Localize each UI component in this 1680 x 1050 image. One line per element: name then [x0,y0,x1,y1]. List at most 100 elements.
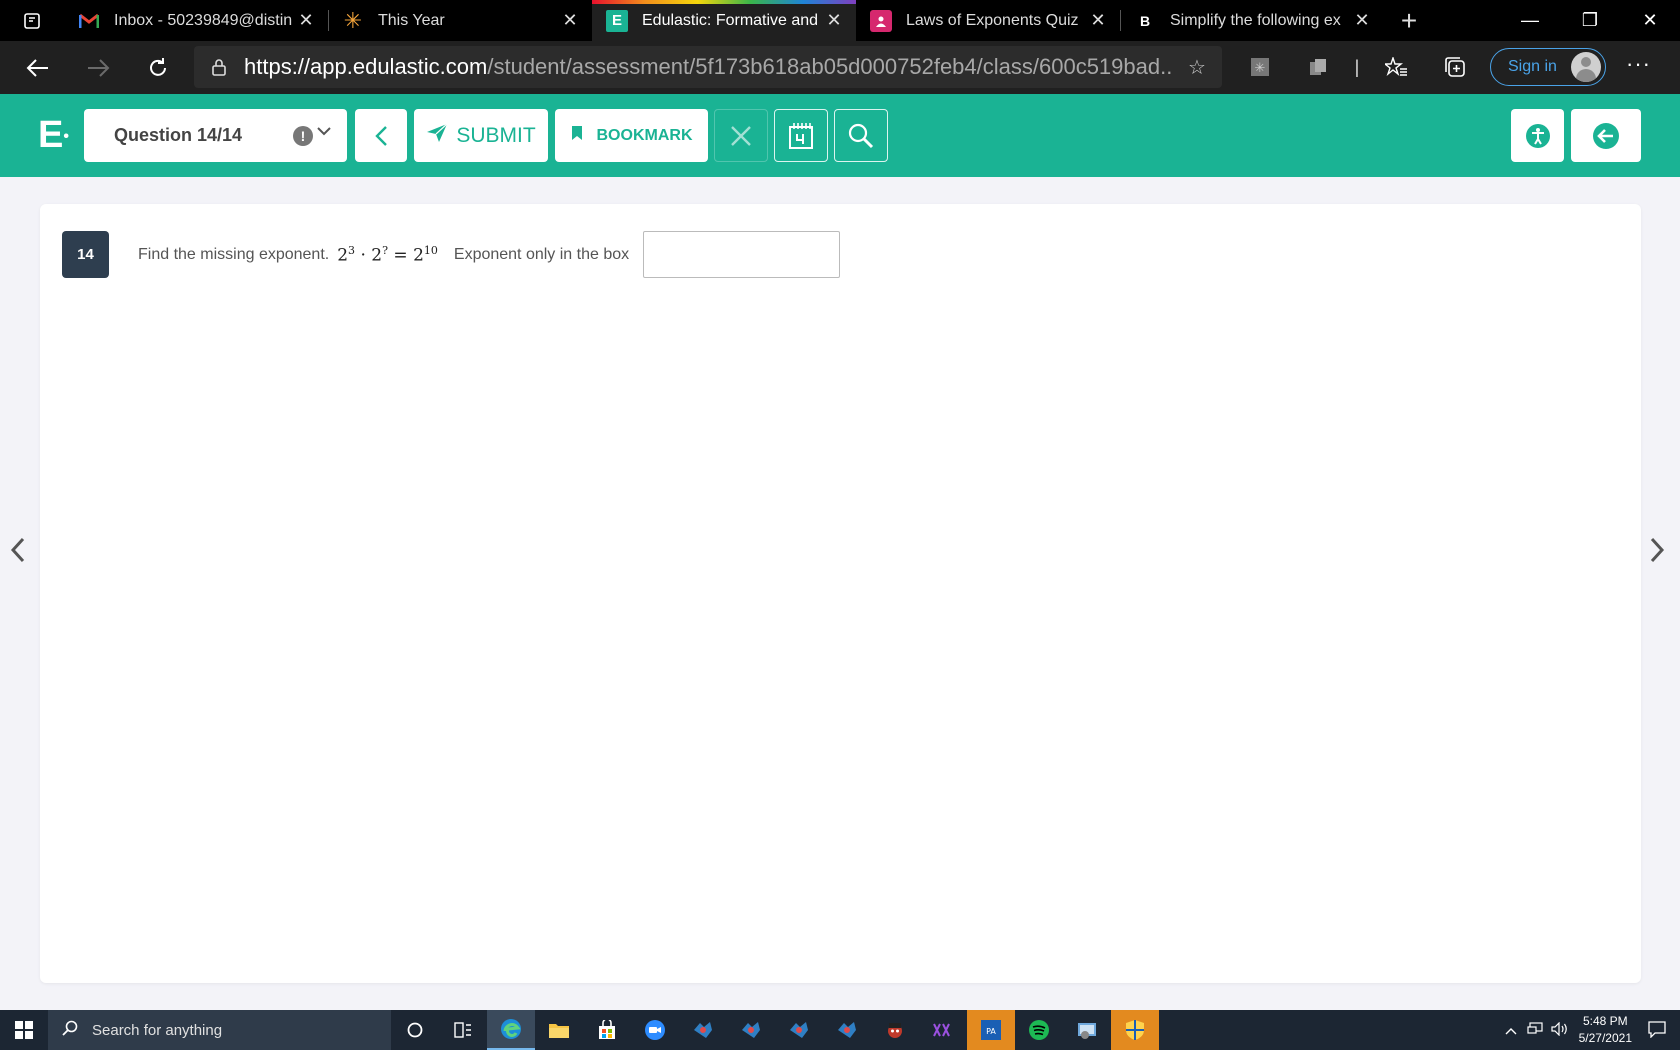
question-card: 14 Find the missing exponent. 23 · 2? = … [40,204,1641,983]
new-tab-button[interactable]: + [1384,0,1434,41]
taskbar-search-field[interactable]: Search for anything [48,1010,391,1050]
accessibility-button[interactable] [1511,109,1564,162]
question-text: Find the missing exponent. 23 · 2? = 210… [138,244,629,266]
notification-icon[interactable] [1648,1020,1666,1041]
shield-icon[interactable] [1111,1010,1159,1050]
sign-in-label: Sign in [1508,58,1557,75]
math-base: 2 [371,245,383,266]
search-icon [62,1020,78,1041]
classroom-icon [870,9,892,32]
close-icon[interactable]: ✕ [1352,10,1372,31]
assessment-header: E• Question 14/14 ! SUBMIT BOOKMARK [0,94,1680,177]
character-app-icon[interactable] [871,1010,919,1050]
lock-icon[interactable] [194,58,244,76]
store-icon[interactable] [583,1010,631,1050]
window-close-icon[interactable]: ✕ [1620,0,1680,41]
network-icon[interactable] [1527,1021,1543,1039]
magnify-icon [848,123,874,148]
clock-date: 5/27/2021 [1578,1031,1632,1045]
chevron-down-icon [317,123,331,141]
browser-tab-strip: Inbox - 50239849@distin ✕ ✳ This Year ✕ … [0,0,1680,41]
submit-label: SUBMIT [456,123,536,147]
bookmark-button[interactable]: BOOKMARK [555,109,708,162]
tab-title: Simplify the following ex [1170,11,1341,29]
math-operator: · [360,245,366,266]
game-app-icon[interactable] [775,1010,823,1050]
next-page-arrow-icon[interactable] [1649,537,1665,570]
chevron-left-icon [375,125,387,146]
calculator-button[interactable] [774,109,828,162]
bookmark-label: BOOKMARK [596,126,693,144]
sign-in-button[interactable]: Sign in [1490,48,1606,86]
spotify-icon[interactable] [1015,1010,1063,1050]
math-exponent: 10 [423,244,438,257]
browser-tab-edulastic[interactable]: E Edulastic: Formative and ✕ [592,0,856,41]
game-app-icon[interactable] [823,1010,871,1050]
favorites-icon[interactable] [1384,55,1408,79]
tab-actions-icon[interactable] [0,0,64,41]
more-options-icon[interactable]: ··· [1626,51,1651,77]
minimize-icon[interactable]: — [1500,0,1560,41]
windows-start-icon[interactable] [0,1021,48,1039]
url-path: /student/assessment/5f173b618ab05d000752… [487,54,1172,79]
tab-title: Edulastic: Formative and [642,11,819,29]
sunburst-icon: ✳ [343,7,363,33]
browser-tab-brainly[interactable]: B Simplify the following ex ✕ [1120,0,1384,41]
twitch-tool-icon[interactable] [919,1010,967,1050]
add-favorite-icon[interactable]: ☆ [1172,55,1222,80]
back-arrow-icon[interactable] [8,41,68,94]
zoom-icon[interactable] [631,1010,679,1050]
eliminate-answers-button[interactable] [714,109,768,162]
logo-letter: E [38,114,64,156]
file-explorer-icon[interactable] [535,1010,583,1050]
previous-page-arrow-icon[interactable] [10,537,26,570]
clock-time: 5:48 PM [1582,1014,1628,1028]
edge-browser-icon[interactable] [487,1010,535,1050]
math-exponent: ? [382,244,388,257]
task-view-icon[interactable] [439,1010,487,1050]
answer-input[interactable] [643,231,840,278]
close-icon[interactable]: ✕ [824,10,844,31]
collections-icon[interactable] [1443,55,1467,79]
control-panel-icon[interactable] [1063,1010,1111,1050]
window-controls: — ❐ ✕ [1500,0,1680,41]
math-equals: = [393,245,408,266]
avatar [1571,52,1601,82]
extension-icon[interactable]: ✳ [1248,55,1272,79]
svg-text:PA: PA [986,1027,996,1036]
forward-arrow-icon[interactable] [68,41,128,94]
url-text: https://app.edulastic.com/student/assess… [244,54,1172,80]
browser-tab-gmail[interactable]: Inbox - 50239849@distin ✕ [64,0,328,41]
cortana-icon[interactable] [391,1010,439,1050]
exit-button[interactable] [1571,109,1641,162]
app-tile-icon[interactable]: PA [967,1010,1015,1050]
volume-icon[interactable] [1551,1021,1569,1039]
magnifier-button[interactable] [834,109,888,162]
extension-icon[interactable] [1306,55,1330,79]
question-prompt: Find the missing exponent. [138,245,330,263]
tab-title: Laws of Exponents Quiz [906,11,1079,29]
chevron-up-icon[interactable] [1505,1023,1517,1038]
previous-question-button[interactable] [355,109,407,162]
url-domain: https://app.edulastic.com [244,54,488,79]
system-clock[interactable]: 5:48 PM 5/27/2021 [1579,1013,1632,1047]
question-selector[interactable]: Question 14/14 ! [84,109,347,162]
restore-icon[interactable]: ❐ [1560,0,1620,41]
calculator-icon [789,122,813,149]
toolbar-divider: | [1354,56,1360,77]
search-placeholder: Search for anything [92,1021,223,1039]
refresh-icon[interactable] [128,41,188,94]
close-icon[interactable]: ✕ [296,10,316,31]
url-field[interactable]: https://app.edulastic.com/student/assess… [194,46,1222,88]
game-app-icon[interactable] [679,1010,727,1050]
browser-tab-this-year[interactable]: ✳ This Year ✕ [328,0,592,41]
accessibility-icon [1525,123,1550,148]
exit-arrow-icon [1593,122,1619,149]
game-app-icon[interactable] [727,1010,775,1050]
browser-tab-quiz[interactable]: Laws of Exponents Quiz ✕ [856,0,1120,41]
question-selector-label: Question 14/14 [114,125,243,145]
submit-button[interactable]: SUBMIT [414,109,548,162]
close-icon[interactable]: ✕ [560,10,580,31]
close-icon[interactable]: ✕ [1088,10,1108,31]
taskbar: Search for anything PA 5:48 PM 5/27/2021 [0,1010,1680,1050]
